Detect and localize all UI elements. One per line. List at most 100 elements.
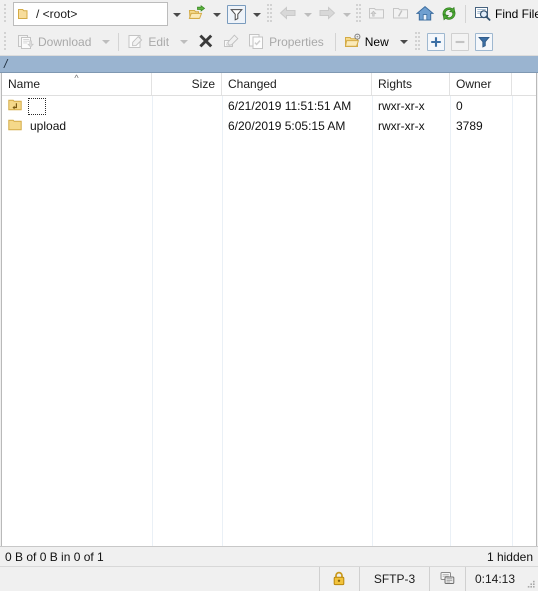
column-header-rights[interactable]: Rights (372, 73, 450, 95)
folder-icon (8, 118, 24, 134)
status-security-cell[interactable] (320, 567, 360, 591)
selection-info-bar: 0 B of 0 B in 0 of 1 1 hidden (0, 546, 538, 566)
root-directory-button[interactable] (389, 1, 413, 27)
file-list-rows[interactable]: 6/21/2019 11:51:51 AM rwxr-xr-x 0 upload… (2, 96, 536, 546)
edit-icon (127, 33, 145, 51)
forward-arrow-icon (318, 5, 336, 23)
column-header-changed-label: Changed (228, 77, 277, 91)
new-folder-icon (344, 33, 362, 51)
delete-x-icon (197, 33, 215, 51)
refresh-button[interactable] (437, 1, 461, 27)
filter-funnel-icon (227, 4, 246, 24)
parent-directory-icon (368, 5, 386, 23)
find-files-icon (474, 5, 492, 23)
filter-dropdown[interactable] (249, 2, 264, 26)
toolbar-grip[interactable] (3, 4, 10, 24)
chevron-down-icon (102, 40, 111, 44)
remote-path-text: / <root> (36, 7, 78, 21)
remote-file-list[interactable]: Name ^ Size Changed Rights Owner 6/21/20… (1, 73, 537, 546)
file-operations-toolbar: Download Edit Properties New (0, 28, 538, 56)
cell-owner: 3789 (450, 116, 512, 136)
nav-toolbar-grip[interactable] (266, 4, 273, 24)
table-row[interactable]: 6/21/2019 11:51:51 AM rwxr-xr-x 0 (2, 96, 536, 116)
new-button[interactable]: New (340, 29, 396, 55)
cell-name[interactable] (2, 96, 152, 116)
remote-path-dropdown[interactable] (169, 2, 185, 26)
new-dropdown[interactable] (396, 30, 412, 54)
back-button[interactable] (276, 1, 300, 27)
table-row[interactable]: upload 6/20/2019 5:05:15 AM rwxr-xr-x 37… (2, 116, 536, 136)
delete-button[interactable] (192, 29, 220, 55)
column-header-name[interactable]: Name ^ (2, 73, 152, 95)
filter-button[interactable] (224, 1, 249, 27)
select-minus-icon (450, 32, 469, 51)
find-files-button[interactable]: Find Files (470, 1, 538, 27)
chevron-down-icon (399, 40, 408, 44)
select-minus-button[interactable] (448, 29, 472, 55)
cell-changed: 6/20/2019 5:05:15 AM (222, 116, 372, 136)
column-header-owner[interactable]: Owner (450, 73, 512, 95)
open-directory-icon (188, 4, 206, 23)
cell-rights: rwxr-xr-x (372, 96, 450, 116)
back-dropdown[interactable] (300, 2, 315, 26)
yellow-folder-icon (17, 6, 33, 22)
download-button[interactable]: Download (13, 29, 98, 55)
select-filter-button[interactable] (472, 29, 496, 55)
select-plus-icon (426, 32, 445, 51)
ops-separator-1 (118, 32, 120, 51)
open-directory-button[interactable] (185, 1, 209, 27)
cell-changed-text: 6/20/2019 5:05:15 AM (228, 119, 346, 133)
column-header-name-label: Name (8, 77, 41, 91)
winscp-window: / <root> Find File Download Edit Propert… (0, 0, 538, 591)
cell-size (152, 96, 222, 116)
column-header-size[interactable]: Size (152, 73, 222, 95)
cell-owner-text: 3789 (456, 119, 483, 133)
column-header-owner-label: Owner (456, 77, 492, 91)
download-icon (17, 33, 35, 51)
file-list-header: Name ^ Size Changed Rights Owner (2, 73, 536, 96)
column-header-filler (512, 73, 536, 95)
cell-size (152, 116, 222, 136)
forward-button[interactable] (315, 1, 339, 27)
parent-directory-button[interactable] (365, 1, 389, 27)
select-plus-button[interactable] (424, 29, 448, 55)
file-toolbar-grip[interactable] (3, 31, 10, 52)
chevron-down-icon (180, 40, 189, 44)
toolbar-separator (465, 5, 466, 23)
parent-folder-icon (8, 98, 24, 114)
new-label: New (364, 34, 389, 49)
status-message-area (0, 567, 320, 591)
selection-toolbar-grip[interactable] (413, 31, 421, 52)
status-protocol-label: SFTP-3 (373, 572, 416, 586)
chevron-down-icon (173, 12, 181, 17)
remote-path-strip[interactable]: / (0, 56, 538, 73)
download-dropdown[interactable] (98, 30, 114, 54)
edit-dropdown[interactable] (176, 30, 192, 54)
column-header-changed[interactable]: Changed (222, 73, 372, 95)
column-gridlines (2, 96, 536, 546)
home-directory-button[interactable] (413, 1, 437, 27)
selection-summary: 0 B of 0 B in 0 of 1 (5, 549, 104, 564)
chevron-down-icon (342, 12, 351, 17)
ops-separator-2 (334, 32, 336, 51)
column-header-size-label: Size (191, 77, 215, 91)
open-directory-dropdown[interactable] (209, 2, 224, 26)
remote-path-combobox[interactable]: / <root> (13, 2, 168, 26)
properties-button[interactable]: Properties (244, 29, 331, 55)
status-transfer-settings-cell[interactable] (430, 567, 466, 591)
refresh-icon (440, 5, 458, 23)
resize-grip-icon[interactable] (524, 567, 538, 591)
status-protocol-cell[interactable]: SFTP-3 (360, 567, 430, 591)
cell-name[interactable]: upload (2, 116, 152, 136)
select-filter-icon (474, 32, 493, 51)
forward-dropdown[interactable] (339, 2, 354, 26)
edit-label: Edit (148, 34, 170, 49)
edit-button[interactable]: Edit (123, 29, 176, 55)
status-duration-cell: 0:14:13 (466, 567, 524, 591)
rename-button[interactable]: a| (220, 29, 244, 55)
remote-path-strip-text: / (4, 57, 8, 71)
cell-rights-text: rwxr-xr-x (378, 99, 425, 113)
status-bar: SFTP-3 0:14:13 (0, 566, 538, 591)
column-header-rights-label: Rights (378, 77, 413, 91)
dir-toolbar-grip[interactable] (355, 4, 362, 24)
